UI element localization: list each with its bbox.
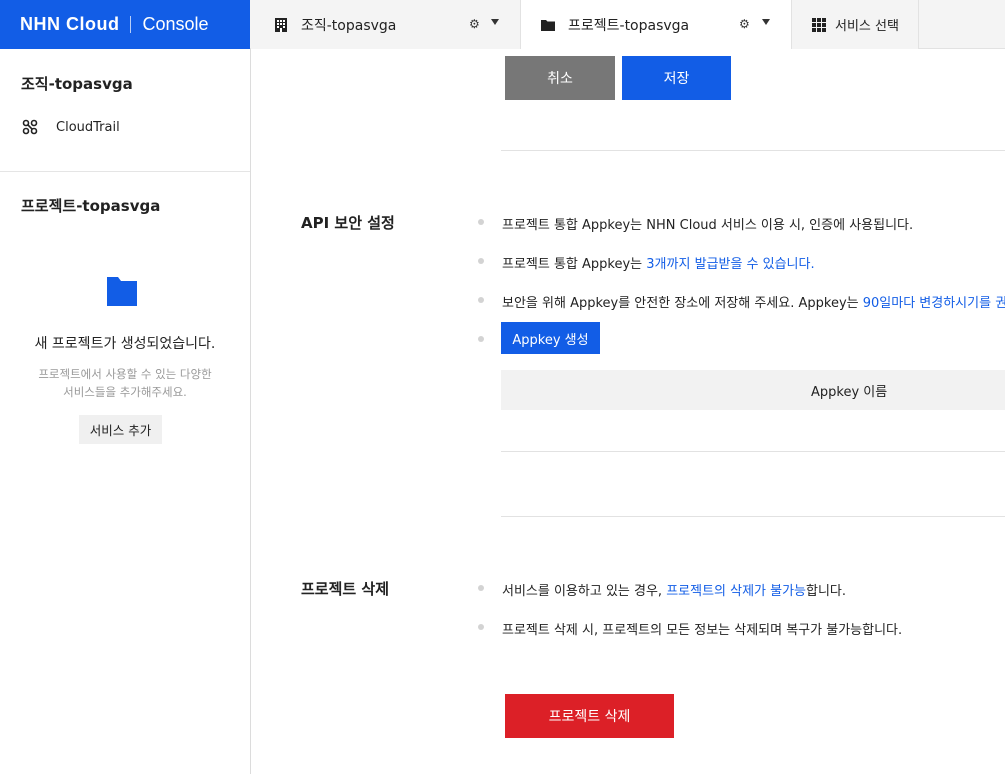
add-service-hint-line: 서비스들을 추가해주세요. xyxy=(63,385,187,399)
api-limit-line: 프로젝트 통합 Appkey는 3개까지 발급받을 수 있습니다. xyxy=(502,253,815,272)
api-limit-text: 프로젝트 통합 Appkey는 xyxy=(502,257,647,272)
tab-organization-label: 조직-topasvga xyxy=(301,17,397,34)
top-bar: NHN Cloud Console 조직-topasvga ⚙ 프로젝트-top… xyxy=(0,0,1005,50)
sidebar: 조직-topasvga CloudTrail 프로젝트-topasvga 새 프… xyxy=(0,49,251,774)
bullet xyxy=(478,585,484,591)
brand-logo: NHN Cloud xyxy=(20,14,120,34)
sidebar-item-cloudtrail[interactable]: CloudTrail xyxy=(22,119,120,135)
api-rotate-text: 보안을 위해 Appkey를 안전한 장소에 저장해 주세요. Appkey는 xyxy=(502,296,863,311)
brand-home-link[interactable]: NHN Cloud Console xyxy=(0,0,250,49)
new-project-message: 새 프로젝트가 생성되었습니다. xyxy=(34,336,216,352)
gear-icon[interactable]: ⚙ xyxy=(739,17,750,31)
bullet xyxy=(478,219,484,225)
brand-divider xyxy=(130,16,132,33)
add-service-hint: 프로젝트에서 사용할 수 있는 다양한 서비스들을 추가해주세요. xyxy=(20,365,230,401)
sidebar-org-title[interactable]: 조직-topasvga xyxy=(21,73,133,94)
grid-icon xyxy=(812,17,826,32)
add-service-button[interactable]: 서비스 추가 xyxy=(79,415,162,444)
add-service-hint-line: 프로젝트에서 사용할 수 있는 다양한 xyxy=(38,367,212,381)
tab-organization[interactable]: 조직-topasvga ⚙ xyxy=(251,0,521,49)
tab-service-select[interactable]: 서비스 선택 xyxy=(791,0,919,49)
api-limit-highlight: 3개까지 발급받을 수 있습니다. xyxy=(646,257,815,272)
folder-icon xyxy=(541,20,555,31)
project-delete-title: 프로젝트 삭제 xyxy=(301,580,390,598)
bullet xyxy=(478,297,484,303)
create-appkey-button[interactable]: Appkey 생성 xyxy=(501,322,600,354)
delete-info-line: 프로젝트 삭제 시, 프로젝트의 모든 정보는 삭제되며 복구가 불가능합니다. xyxy=(502,623,903,638)
api-rotate-line: 보안을 위해 Appkey를 안전한 장소에 저장해 주세요. Appkey는 … xyxy=(502,292,1005,311)
folder-icon xyxy=(107,277,137,306)
delete-warning-suffix: 합니다. xyxy=(806,584,847,599)
delete-warning-text: 서비스를 이용하고 있는 경우, xyxy=(502,584,667,599)
main-content: 취소 저장 API 보안 설정 프로젝트 통합 Appkey는 NHN Clou… xyxy=(251,49,1005,774)
sidebar-project-title[interactable]: 프로젝트-topasvga xyxy=(21,195,160,216)
api-info-line: 프로젝트 통합 Appkey는 NHN Cloud 서비스 이용 시, 인증에 … xyxy=(502,218,914,233)
save-button[interactable]: 저장 xyxy=(622,56,731,100)
cancel-button[interactable]: 취소 xyxy=(505,56,615,100)
api-security-title: API 보안 설정 xyxy=(301,214,395,232)
section-divider xyxy=(501,516,1005,517)
sidebar-divider xyxy=(0,171,250,172)
appkey-name-column: Appkey 이름 xyxy=(811,384,888,400)
section-divider xyxy=(501,150,1005,151)
delete-project-button[interactable]: 프로젝트 삭제 xyxy=(505,694,674,738)
tab-service-select-label: 서비스 선택 xyxy=(835,19,899,34)
api-rotate-highlight: 90일마다 변경하시기를 권장 xyxy=(862,296,1005,311)
bullet xyxy=(478,624,484,630)
section-divider xyxy=(501,451,1005,452)
tab-project-label: 프로젝트-topasvga xyxy=(568,18,690,34)
tab-project[interactable]: 프로젝트-topasvga ⚙ xyxy=(521,0,791,50)
delete-warning-highlight: 프로젝트의 삭제가 불가능 xyxy=(666,584,807,599)
sidebar-item-label: CloudTrail xyxy=(56,119,120,135)
cloudtrail-icon xyxy=(22,119,38,135)
chevron-down-icon[interactable] xyxy=(491,19,499,25)
gear-icon[interactable]: ⚙ xyxy=(469,17,480,31)
chevron-down-icon[interactable] xyxy=(762,19,770,25)
delete-warning-line: 서비스를 이용하고 있는 경우, 프로젝트의 삭제가 불가능합니다. xyxy=(502,580,846,599)
brand-console-label: Console xyxy=(142,14,209,34)
building-icon xyxy=(275,17,287,32)
bullet xyxy=(478,336,484,342)
appkey-table-header: Appkey 이름 xyxy=(501,370,1005,410)
bullet xyxy=(478,258,484,264)
